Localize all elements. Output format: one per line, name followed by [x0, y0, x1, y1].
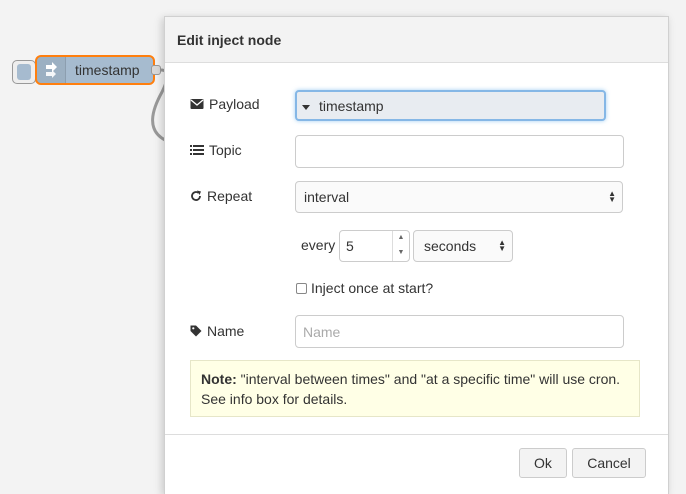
- repeat-label-row: Repeat: [190, 188, 252, 204]
- interval-number-input[interactable]: 5 ▲ ▼: [339, 230, 410, 262]
- ok-button[interactable]: Ok: [519, 448, 567, 478]
- topic-input[interactable]: [295, 135, 624, 168]
- tag-icon: [190, 325, 202, 337]
- envelope-icon: [190, 99, 204, 109]
- interval-unit-value: seconds: [424, 238, 477, 254]
- inject-once-checkbox[interactable]: [296, 283, 307, 294]
- stepper-down-icon[interactable]: ▼: [393, 246, 409, 261]
- dropdown-caret-icon: [302, 105, 310, 110]
- stepper-up-icon[interactable]: ▲: [393, 231, 409, 246]
- note-bold: Note:: [201, 371, 237, 387]
- interval-stepper[interactable]: ▲ ▼: [392, 231, 409, 261]
- payload-label-row: Payload: [190, 96, 260, 112]
- name-label-row: Name: [190, 323, 244, 339]
- inject-icon: [37, 57, 66, 83]
- refresh-icon: [191, 190, 201, 201]
- note-line2: See info box for details.: [201, 391, 348, 407]
- name-input[interactable]: Name: [295, 315, 624, 348]
- topic-label: Topic: [209, 142, 242, 158]
- inject-node[interactable]: timestamp: [35, 55, 155, 85]
- inject-once-label: Inject once at start?: [311, 280, 434, 296]
- edit-dialog: Edit inject node Payload timestamp Topic: [164, 16, 669, 494]
- repeat-value: interval: [304, 189, 350, 205]
- node-label: timestamp: [75, 62, 140, 78]
- note-line1: "interval between times" and "at a speci…: [240, 371, 621, 387]
- dialog-header: Edit inject node: [165, 17, 668, 63]
- inject-trigger-button[interactable]: [12, 60, 36, 84]
- inject-trigger-fill: [17, 64, 31, 80]
- dialog-title: Edit inject node: [177, 32, 282, 48]
- interval-value: 5: [346, 238, 354, 254]
- dialog-footer: Ok Cancel: [165, 434, 668, 494]
- topic-label-row: Topic: [190, 142, 242, 158]
- select-arrows-icon: ▲ ▼: [608, 189, 616, 204]
- repeat-label: Repeat: [207, 188, 253, 204]
- node-output-port[interactable]: [151, 65, 161, 75]
- select-arrows-icon: ▲ ▼: [498, 238, 506, 253]
- list-icon: [190, 145, 204, 155]
- info-note: Note: "interval between times" and "at a…: [190, 360, 640, 417]
- name-label: Name: [207, 323, 245, 339]
- every-label: every: [301, 237, 336, 253]
- name-placeholder: Name: [303, 324, 341, 340]
- payload-type-value: timestamp: [319, 98, 384, 114]
- cancel-button[interactable]: Cancel: [572, 448, 646, 478]
- payload-label: Payload: [209, 96, 260, 112]
- interval-unit-select[interactable]: seconds ▲ ▼: [413, 230, 513, 262]
- repeat-select[interactable]: interval ▲ ▼: [295, 181, 623, 213]
- payload-type-select[interactable]: timestamp: [295, 90, 606, 121]
